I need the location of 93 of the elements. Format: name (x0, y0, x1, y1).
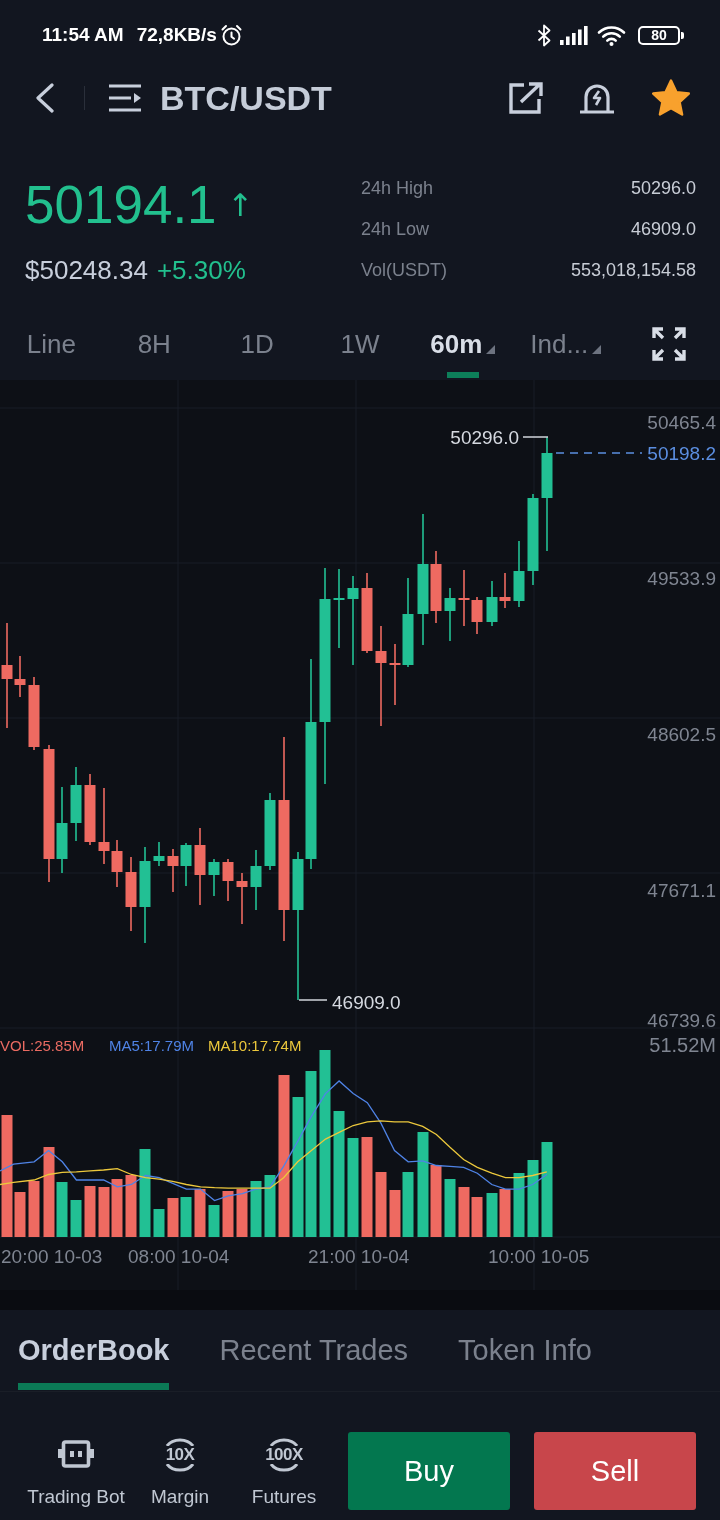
candlestick (236, 872, 248, 925)
candlestick (486, 580, 498, 627)
candlestick (444, 587, 456, 642)
current-price-label: 50198.2 (647, 442, 716, 464)
time-axis-label: 10:00 10-05 (488, 1245, 590, 1267)
candlestick (180, 842, 192, 887)
volume-bar (222, 1191, 234, 1237)
volume-bar (389, 1190, 401, 1237)
pair-title: BTC/USDT (160, 78, 332, 118)
price-axis-label: 46739.6 (647, 1009, 716, 1031)
price-axis-label: 48602.5 (647, 723, 716, 745)
stat-value: 46909.0 (630, 219, 696, 240)
stat-label: 24h Low (361, 219, 431, 240)
shortcut-button[interactable]: Trading Bot (24, 1392, 128, 1508)
time-axis-label: 08:00 10-04 (128, 1245, 230, 1267)
candlestick (153, 841, 165, 867)
volume-bar (70, 1200, 82, 1237)
candlestick (222, 858, 234, 902)
stat-label: 24h High (361, 178, 435, 199)
volume-bar (250, 1181, 262, 1237)
interval-tab[interactable]: 8H (137, 316, 171, 378)
candlestick (499, 572, 511, 609)
volume-bar (98, 1187, 110, 1237)
status-time: 11:54 AM (42, 24, 124, 46)
volume-bar (153, 1209, 165, 1237)
leverage-emblem: 10X (165, 1436, 195, 1474)
low-price-leader-line (298, 999, 328, 1001)
interval-tab[interactable]: Line (26, 316, 76, 378)
volume-axis-label: 51.52M (649, 1034, 716, 1056)
stat-value: 553,018,154.58 (570, 260, 696, 281)
price-axis-label: 50465.4 (647, 411, 716, 433)
price-axis-label: 47671.1 (647, 879, 716, 901)
interval-tab[interactable]: 1W (340, 316, 380, 378)
back-icon[interactable] (35, 83, 55, 113)
volume-bar (264, 1175, 276, 1237)
volume-bar (236, 1189, 248, 1237)
detail-tab[interactable]: OrderBook (18, 1310, 170, 1390)
volume-bar (513, 1173, 525, 1237)
star-icon[interactable] (651, 79, 691, 117)
bluetooth-icon (537, 23, 551, 47)
stat-value: 50296.0 (630, 178, 696, 199)
shortcut-button[interactable]: 10X Margin (128, 1392, 232, 1508)
stat-label: Vol(USDT) (361, 260, 447, 281)
leverage-emblem: 100X (265, 1436, 303, 1474)
time-axis-label: 21:00 10-04 (308, 1245, 410, 1267)
price-axis-label: 49533.9 (647, 567, 716, 589)
time-axis-label: 20:00 10-03 (1, 1245, 103, 1267)
candlestick (513, 540, 525, 608)
volume-bar (444, 1179, 456, 1237)
candlestick (167, 848, 179, 893)
high-price-label: 50296.0 (450, 426, 519, 448)
volume-bar (486, 1193, 498, 1237)
detail-tab[interactable]: Token Info (458, 1310, 592, 1390)
volume-bar (84, 1186, 96, 1237)
detail-tab[interactable]: Recent Trades (219, 1310, 409, 1390)
volume-bar (125, 1175, 137, 1237)
menu-icon[interactable] (108, 83, 142, 113)
volume-bar (194, 1189, 206, 1237)
usd-price: $50248.34 (25, 255, 148, 285)
volume-bar (402, 1172, 414, 1237)
volume-bar (180, 1197, 192, 1237)
alert-icon[interactable] (579, 82, 615, 114)
candlestick (208, 858, 220, 897)
volume-bar (471, 1197, 483, 1237)
volume-bar (499, 1189, 511, 1237)
interval-tab[interactable]: Ind... (530, 316, 602, 378)
volume-bar (458, 1187, 470, 1237)
trend-arrow: ↑ (227, 186, 254, 225)
volume-legend-label: MA5:17.79M (109, 1036, 195, 1054)
volume-bar (375, 1172, 387, 1237)
wifi-icon (597, 24, 626, 46)
interval-tab[interactable]: 1D (240, 316, 274, 378)
alarm-clock-icon (219, 23, 243, 47)
volume-legend-label: MA10:17.74M (208, 1036, 302, 1054)
signal-icon (560, 25, 588, 45)
price-change: +5.30% (156, 255, 246, 285)
low-price-label: 46909.0 (332, 991, 401, 1013)
sell-button[interactable]: Sell (534, 1432, 696, 1510)
volume-legend-label: VOL:25.85M (0, 1036, 85, 1054)
volume-bar (28, 1181, 40, 1237)
last-price: 50194.1 (25, 175, 217, 235)
share-icon[interactable] (509, 82, 543, 114)
network-speed: 72,8KB/s (136, 24, 217, 46)
high-price-leader-line (522, 436, 549, 438)
fullscreen-icon[interactable] (651, 327, 686, 361)
volume-bar (111, 1179, 123, 1237)
candlestick (250, 849, 262, 911)
volume-bar (167, 1198, 179, 1237)
shortcut-button[interactable]: 100X Futures (232, 1392, 336, 1508)
battery-indicator: 80 (638, 25, 684, 45)
volume-bar (208, 1205, 220, 1237)
interval-tab[interactable]: 60m (430, 316, 496, 378)
buy-button[interactable]: Buy (348, 1432, 510, 1510)
